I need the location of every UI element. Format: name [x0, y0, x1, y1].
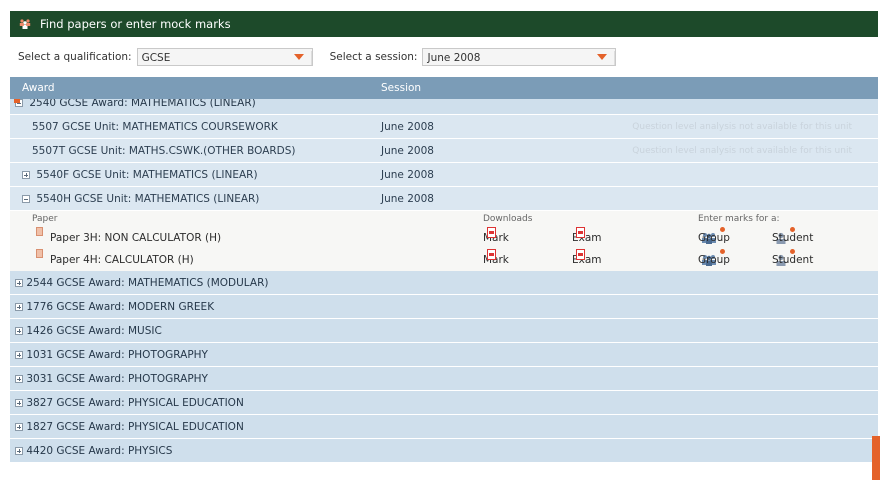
unit-session: June 2008: [381, 169, 434, 181]
expand-icon[interactable]: [15, 279, 23, 287]
pdf-icon: [487, 227, 496, 238]
document-icon: [36, 227, 43, 236]
award-name: 1426 GCSE Award: MUSIC: [26, 325, 162, 337]
expand-icon[interactable]: [15, 399, 23, 407]
panel-title: Find papers or enter mock marks: [40, 17, 231, 31]
selection-marker: [14, 99, 20, 103]
pdf-icon: [487, 249, 496, 260]
unit-note: Question level analysis not available fo…: [632, 122, 852, 132]
award-name: 2540 GCSE Award: MATHEMATICS (LINEAR): [29, 99, 256, 109]
pdf-icon: [576, 249, 585, 260]
filter-bar: Select a qualification: GCSE Select a se…: [10, 43, 878, 71]
scrollbar-thumb[interactable]: [872, 436, 880, 480]
session-value: June 2008: [427, 52, 481, 64]
qualification-value: GCSE: [141, 52, 171, 64]
award-name: 1031 GCSE Award: PHOTOGRAPHY: [26, 349, 208, 361]
award-row[interactable]: 3031 GCSE Award: PHOTOGRAPHY: [10, 367, 878, 391]
group-marks-button[interactable]: Group: [698, 249, 730, 271]
expand-icon[interactable]: [15, 351, 23, 359]
expand-icon[interactable]: [15, 423, 23, 431]
column-header-award[interactable]: Award: [22, 82, 55, 94]
unit-row[interactable]: 5507 GCSE Unit: MATHEMATICS COURSEWORK J…: [10, 115, 878, 139]
chevron-down-icon: [293, 54, 304, 60]
chevron-down-icon: [597, 54, 608, 60]
award-name: 1827 GCSE Award: PHYSICAL EDUCATION: [26, 421, 244, 433]
unit-session: June 2008: [381, 121, 434, 133]
award-row[interactable]: 2544 GCSE Award: MATHEMATICS (MODULAR): [10, 271, 878, 295]
expand-icon[interactable]: [15, 327, 23, 335]
unit-row[interactable]: 5540F GCSE Unit: MATHEMATICS (LINEAR) Ju…: [10, 163, 878, 187]
unit-note: Question level analysis not available fo…: [632, 146, 852, 156]
paper-name: Paper 4H: CALCULATOR (H): [50, 254, 194, 266]
unit-session: June 2008: [381, 193, 434, 205]
unit-name: 5540H GCSE Unit: MATHEMATICS (LINEAR): [36, 193, 260, 205]
award-name: 3031 GCSE Award: PHOTOGRAPHY: [26, 373, 208, 385]
award-row[interactable]: 1031 GCSE Award: PHOTOGRAPHY: [10, 343, 878, 367]
awards-table: Award Session 2540 GCSE Award: MATHEMATI…: [10, 77, 878, 463]
award-row[interactable]: 4420 GCSE Award: PHYSICS: [10, 439, 878, 463]
award-row[interactable]: 1426 GCSE Award: MUSIC: [10, 319, 878, 343]
expand-icon[interactable]: [15, 447, 23, 455]
award-row[interactable]: 1827 GCSE Award: PHYSICAL EDUCATION: [10, 415, 878, 439]
enter-marks-column-label: Enter marks for a:: [698, 214, 780, 224]
student-marks-button[interactable]: Student: [772, 249, 813, 271]
unit-session: June 2008: [381, 145, 434, 157]
table-header: Award Session: [10, 77, 878, 99]
unit-name: 5507 GCSE Unit: MATHEMATICS COURSEWORK: [32, 121, 278, 133]
column-header-session[interactable]: Session: [381, 82, 421, 94]
expand-icon[interactable]: [15, 303, 23, 311]
qualification-select[interactable]: GCSE: [136, 48, 313, 66]
award-name: 2544 GCSE Award: MATHEMATICS (MODULAR): [26, 277, 269, 289]
award-row[interactable]: 1776 GCSE Award: MODERN GREEK: [10, 295, 878, 319]
paper-row: Paper 3H: NON CALCULATOR (H) Mark scheme…: [10, 227, 878, 266]
award-name: 4420 GCSE Award: PHYSICS: [26, 445, 173, 457]
paper-name: Paper 3H: NON CALCULATOR (H): [50, 232, 222, 244]
group-marks-button[interactable]: Group: [698, 227, 730, 249]
papers-header: Paper Downloads Enter marks for a:: [10, 211, 878, 227]
expand-icon[interactable]: [22, 171, 30, 179]
expand-icon[interactable]: [15, 375, 23, 383]
session-label: Select a session:: [329, 51, 418, 63]
unit-row[interactable]: 5540H GCSE Unit: MATHEMATICS (LINEAR) Ju…: [10, 187, 878, 211]
paper-row: Paper 4H: CALCULATOR (H) Mark scheme Exa…: [10, 249, 878, 288]
unit-name: 5507T GCSE Unit: MATHS.CSWK.(OTHER BOARD…: [32, 145, 296, 157]
pdf-icon: [576, 227, 585, 238]
document-icon: [36, 249, 43, 258]
qualification-label: Select a qualification:: [18, 51, 132, 63]
people-icon: [19, 18, 31, 30]
paper-column-label: Paper: [32, 214, 58, 224]
downloads-column-label: Downloads: [483, 214, 533, 224]
session-select[interactable]: June 2008: [422, 48, 617, 66]
panel-title-bar: Find papers or enter mock marks: [10, 11, 878, 37]
collapse-icon[interactable]: [22, 195, 30, 203]
unit-name: 5540F GCSE Unit: MATHEMATICS (LINEAR): [36, 169, 258, 181]
award-name: 3827 GCSE Award: PHYSICAL EDUCATION: [26, 397, 244, 409]
unit-row[interactable]: 5507T GCSE Unit: MATHS.CSWK.(OTHER BOARD…: [10, 139, 878, 163]
award-name: 1776 GCSE Award: MODERN GREEK: [26, 301, 215, 313]
award-row-expanded[interactable]: 2540 GCSE Award: MATHEMATICS (LINEAR): [10, 99, 878, 115]
student-marks-button[interactable]: Student: [772, 227, 813, 249]
award-row[interactable]: 3827 GCSE Award: PHYSICAL EDUCATION: [10, 391, 878, 415]
papers-section: Paper Downloads Enter marks for a: Paper…: [10, 211, 878, 288]
